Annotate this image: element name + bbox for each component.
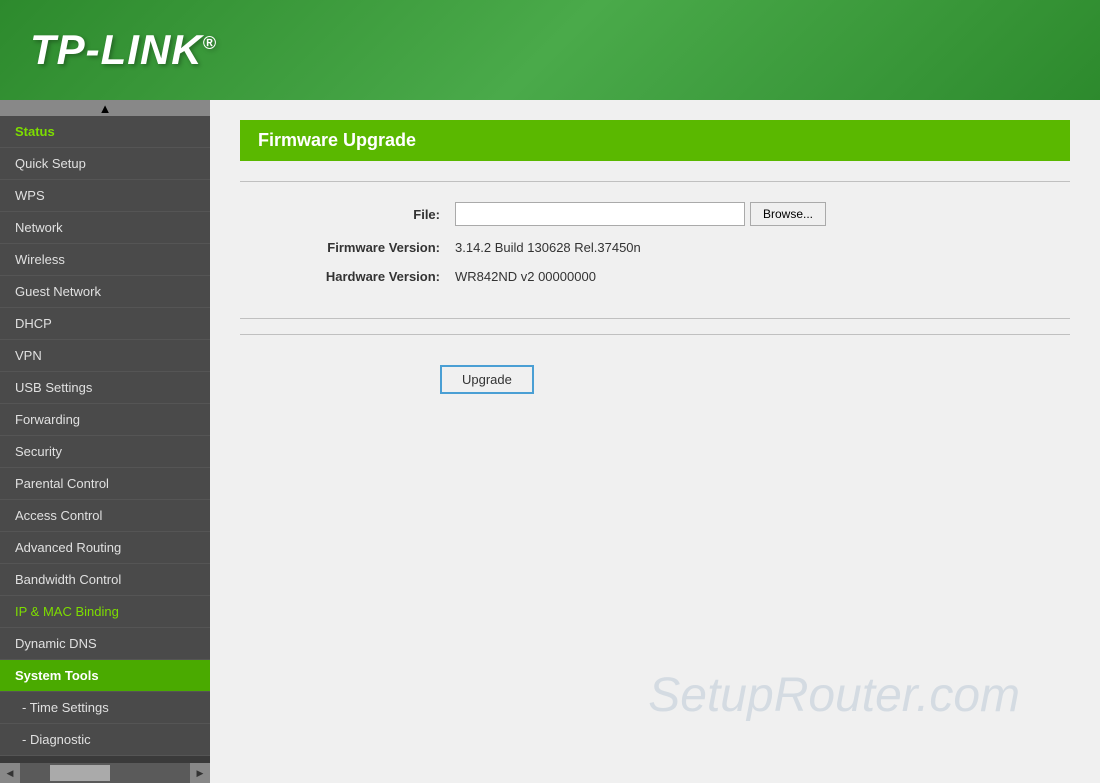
header: TP-LINK®	[0, 0, 1100, 100]
hardware-version-label: Hardware Version:	[260, 269, 440, 284]
sidebar-item-diagnostic[interactable]: - Diagnostic	[0, 724, 210, 756]
sidebar-item-status[interactable]: Status	[0, 116, 210, 148]
hscroll-thumb[interactable]	[50, 765, 110, 781]
sidebar-item-wireless[interactable]: Wireless	[0, 244, 210, 276]
browse-button[interactable]: Browse...	[750, 202, 826, 226]
sidebar-scroll: ▲ Status Quick Setup WPS Network Wireles…	[0, 100, 210, 763]
sidebar-item-firmware-upgrade[interactable]: - Firmware Upgrade	[0, 756, 210, 763]
watermark: SetupRouter.com	[648, 668, 1020, 723]
hscroll-left-btn[interactable]: ◀	[0, 763, 20, 783]
page-title-bar: Firmware Upgrade	[240, 120, 1070, 161]
page-title: Firmware Upgrade	[258, 130, 416, 150]
firmware-version-row: Firmware Version: 3.14.2 Build 130628 Re…	[240, 240, 1070, 255]
upgrade-section: Upgrade	[240, 350, 1070, 409]
scroll-up-btn[interactable]: ▲	[0, 100, 210, 116]
sidebar-item-dynamic-dns[interactable]: Dynamic DNS	[0, 628, 210, 660]
sidebar-item-parental-control[interactable]: Parental Control	[0, 468, 210, 500]
sidebar-hscrollbar: ◀ ▶	[0, 763, 210, 783]
logo: TP-LINK®	[30, 26, 217, 74]
sidebar-item-wps[interactable]: WPS	[0, 180, 210, 212]
file-label: File:	[260, 207, 440, 222]
content-area: Firmware Upgrade File: Browse... Firmwar…	[210, 100, 1100, 783]
sidebar-item-system-tools[interactable]: System Tools	[0, 660, 210, 692]
sidebar-item-ip-mac-binding[interactable]: IP & MAC Binding	[0, 596, 210, 628]
sidebar-item-network[interactable]: Network	[0, 212, 210, 244]
hardware-version-value: WR842ND v2 00000000	[455, 269, 596, 284]
form-section: File: Browse... Firmware Version: 3.14.2…	[240, 181, 1070, 319]
hscroll-right-btn[interactable]: ▶	[190, 763, 210, 783]
sidebar-item-vpn[interactable]: VPN	[0, 340, 210, 372]
sidebar-item-guest-network[interactable]: Guest Network	[0, 276, 210, 308]
hardware-version-row: Hardware Version: WR842ND v2 00000000	[240, 269, 1070, 284]
sidebar-item-dhcp[interactable]: DHCP	[0, 308, 210, 340]
main-layout: ▲ Status Quick Setup WPS Network Wireles…	[0, 100, 1100, 783]
file-input[interactable]	[455, 202, 745, 226]
sidebar-item-forwarding[interactable]: Forwarding	[0, 404, 210, 436]
sidebar-item-security[interactable]: Security	[0, 436, 210, 468]
file-row: File: Browse...	[240, 202, 1070, 226]
sidebar-item-quick-setup[interactable]: Quick Setup	[0, 148, 210, 180]
sidebar-item-usb-settings[interactable]: USB Settings	[0, 372, 210, 404]
upgrade-button[interactable]: Upgrade	[440, 365, 534, 394]
sidebar-item-access-control[interactable]: Access Control	[0, 500, 210, 532]
firmware-version-value: 3.14.2 Build 130628 Rel.37450n	[455, 240, 641, 255]
firmware-version-label: Firmware Version:	[260, 240, 440, 255]
sidebar-item-advanced-routing[interactable]: Advanced Routing	[0, 532, 210, 564]
sidebar-item-bandwidth-control[interactable]: Bandwidth Control	[0, 564, 210, 596]
sidebar-item-time-settings[interactable]: - Time Settings	[0, 692, 210, 724]
section-divider	[240, 334, 1070, 335]
hscroll-track	[20, 763, 190, 783]
sidebar: ▲ Status Quick Setup WPS Network Wireles…	[0, 100, 210, 783]
